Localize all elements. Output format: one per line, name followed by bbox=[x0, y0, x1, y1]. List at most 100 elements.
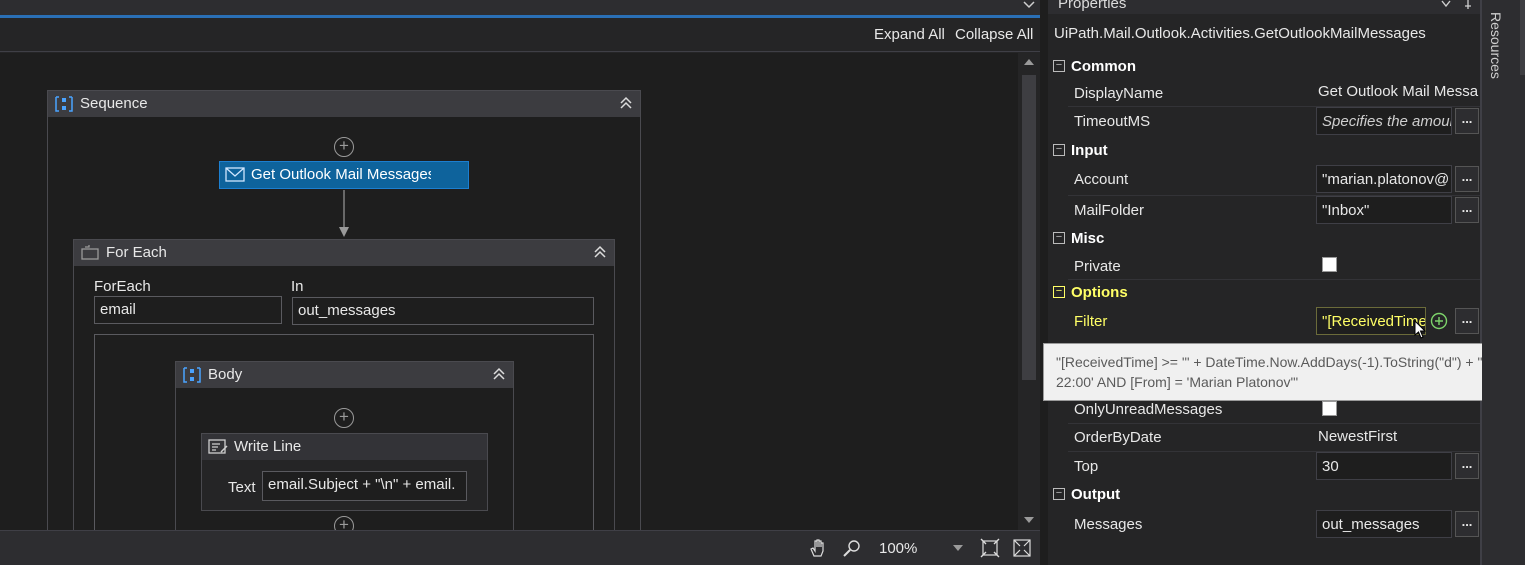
foreach-header[interactable]: For Each bbox=[74, 240, 614, 266]
properties-panel: Properties UiPath.Mail.Outlook.Activitie… bbox=[1048, 0, 1482, 565]
workflow-designer: Expand All Collapse All Sequence + Get O… bbox=[0, 0, 1040, 565]
prop-orderbydate-value[interactable]: NewestFirst bbox=[1318, 428, 1397, 445]
collapse-input-icon[interactable]: − bbox=[1053, 144, 1065, 156]
writeline-title: Write Line bbox=[234, 438, 302, 455]
prop-top-label: Top bbox=[1074, 458, 1099, 475]
in-label: In bbox=[291, 278, 304, 295]
writeline-icon bbox=[208, 439, 228, 454]
add-activity-icon[interactable]: + bbox=[334, 516, 354, 530]
overview-icon[interactable] bbox=[1012, 538, 1032, 558]
category-output[interactable]: Output bbox=[1071, 486, 1120, 503]
collapse-output-icon[interactable]: − bbox=[1053, 488, 1065, 500]
add-activity-icon[interactable]: + bbox=[334, 137, 354, 157]
writeline-activity[interactable]: Write Line Text email.Subject + "\n" + e… bbox=[201, 433, 488, 511]
hand-pan-icon[interactable] bbox=[808, 538, 828, 558]
mailfolder-ellipsis-button[interactable]: ... bbox=[1455, 197, 1479, 223]
scroll-up-icon[interactable] bbox=[1023, 57, 1035, 67]
prop-filter-label: Filter bbox=[1074, 313, 1108, 330]
side-scroll-marker bbox=[1520, 0, 1525, 75]
account-ellipsis-button[interactable]: ... bbox=[1455, 166, 1479, 192]
collapse-icon[interactable] bbox=[592, 244, 608, 260]
prop-displayname-value[interactable]: Get Outlook Mail Messa bbox=[1318, 83, 1480, 100]
messages-ellipsis-button[interactable]: ... bbox=[1455, 511, 1479, 537]
prop-mailfolder-field[interactable]: "Inbox" bbox=[1316, 196, 1452, 224]
timeoutms-ellipsis-button[interactable]: ... bbox=[1455, 108, 1479, 134]
sequence-activity[interactable]: Sequence + Get Outlook Mail Messages For… bbox=[47, 90, 641, 530]
foreach-variable-field[interactable]: email bbox=[94, 296, 282, 324]
zoom-level[interactable]: 100% bbox=[879, 540, 917, 557]
onlyunread-checkbox[interactable] bbox=[1322, 401, 1337, 416]
scroll-thumb[interactable] bbox=[1022, 75, 1036, 380]
zoom-dropdown-icon[interactable] bbox=[952, 544, 964, 552]
row-divider bbox=[1068, 423, 1480, 424]
chevron-down-icon[interactable] bbox=[1440, 0, 1452, 10]
prop-messages-label: Messages bbox=[1074, 516, 1143, 533]
prop-timeoutms-field[interactable]: Specifies the amoun bbox=[1316, 107, 1452, 135]
prop-filter-field[interactable]: "[ReceivedTime bbox=[1316, 307, 1426, 335]
row-divider bbox=[1068, 279, 1480, 280]
top-ellipsis-button[interactable]: ... bbox=[1455, 453, 1479, 479]
prop-timeoutms-label: TimeoutMS bbox=[1074, 113, 1151, 130]
sequence-icon bbox=[55, 96, 73, 112]
foreach-label: ForEach bbox=[94, 278, 151, 295]
body-container: Body + Write Line Text email.Subject + "… bbox=[94, 334, 594, 530]
writeline-header[interactable]: Write Line bbox=[202, 434, 487, 460]
connector-arrow bbox=[339, 190, 349, 237]
sequence-title: Sequence bbox=[80, 95, 148, 112]
fit-to-screen-icon[interactable] bbox=[980, 538, 1000, 558]
body-header[interactable]: Body bbox=[176, 362, 513, 388]
resources-tab[interactable]: Resources bbox=[1488, 12, 1504, 79]
add-activity-icon[interactable]: + bbox=[334, 408, 354, 428]
collapse-common-icon[interactable]: − bbox=[1053, 60, 1065, 72]
loop-icon bbox=[81, 245, 99, 260]
scroll-down-icon[interactable] bbox=[1023, 515, 1035, 525]
text-label: Text bbox=[228, 479, 256, 496]
filter-tooltip: "[ReceivedTime] >= '" + DateTime.Now.Add… bbox=[1043, 343, 1521, 401]
collapse-icon[interactable] bbox=[618, 95, 634, 111]
category-common[interactable]: Common bbox=[1071, 58, 1136, 75]
designer-status-bar: 100% bbox=[0, 530, 1040, 565]
get-outlook-label: Get Outlook Mail Messages bbox=[251, 166, 431, 183]
prop-account-label: Account bbox=[1074, 171, 1129, 188]
collapse-misc-icon[interactable]: − bbox=[1053, 232, 1065, 244]
mouse-cursor-icon bbox=[1414, 320, 1427, 339]
mail-icon bbox=[225, 167, 245, 182]
sequence-icon bbox=[183, 367, 201, 383]
top-tab-strip bbox=[0, 0, 1040, 16]
category-input[interactable]: Input bbox=[1071, 142, 1108, 159]
body-sequence[interactable]: Body + Write Line Text email.Subject + "… bbox=[175, 361, 514, 530]
prop-orderbydate-label: OrderByDate bbox=[1074, 429, 1162, 446]
prop-top-field[interactable]: 30 bbox=[1316, 452, 1452, 480]
foreach-activity[interactable]: For Each ForEach email In out_messages B… bbox=[73, 239, 615, 530]
designer-toolbar: Expand All Collapse All bbox=[0, 18, 1040, 52]
expand-all-button[interactable]: Expand All bbox=[874, 26, 945, 43]
sequence-header[interactable]: Sequence bbox=[48, 91, 640, 117]
zoom-icon[interactable] bbox=[842, 538, 862, 558]
activity-type-name: UiPath.Mail.Outlook.Activities.GetOutloo… bbox=[1054, 25, 1426, 42]
prop-onlyunread-label: OnlyUnreadMessages bbox=[1074, 401, 1223, 418]
in-collection-field[interactable]: out_messages bbox=[292, 297, 594, 325]
properties-header: Properties bbox=[1048, 0, 1482, 14]
category-misc[interactable]: Misc bbox=[1071, 230, 1104, 247]
body-title: Body bbox=[208, 366, 243, 383]
pin-icon[interactable] bbox=[1462, 0, 1474, 12]
private-checkbox[interactable] bbox=[1322, 257, 1337, 272]
category-options[interactable]: Options bbox=[1071, 284, 1128, 301]
vertical-scrollbar[interactable] bbox=[1018, 53, 1040, 530]
add-expression-icon[interactable] bbox=[1430, 312, 1448, 330]
prop-messages-field[interactable]: out_messages bbox=[1316, 510, 1452, 538]
side-panel-strip bbox=[1482, 0, 1525, 565]
collapse-all-button[interactable]: Collapse All bbox=[955, 26, 1033, 43]
foreach-title: For Each bbox=[106, 244, 167, 261]
prop-displayname-label: DisplayName bbox=[1074, 85, 1164, 102]
properties-title: Properties bbox=[1058, 0, 1127, 12]
collapse-icon[interactable] bbox=[491, 366, 507, 382]
designer-canvas[interactable]: Sequence + Get Outlook Mail Messages For… bbox=[0, 53, 1018, 530]
collapse-options-icon[interactable]: − bbox=[1053, 286, 1065, 298]
prop-account-field[interactable]: "marian.platonov@ bbox=[1316, 165, 1452, 193]
prop-mailfolder-label: MailFolder bbox=[1074, 202, 1145, 219]
filter-ellipsis-button[interactable]: ... bbox=[1455, 308, 1479, 334]
get-outlook-mail-messages-activity[interactable]: Get Outlook Mail Messages bbox=[219, 161, 469, 189]
chevron-down-icon[interactable] bbox=[1022, 0, 1036, 10]
text-expression-field[interactable]: email.Subject + "\n" + email. bbox=[262, 471, 467, 501]
